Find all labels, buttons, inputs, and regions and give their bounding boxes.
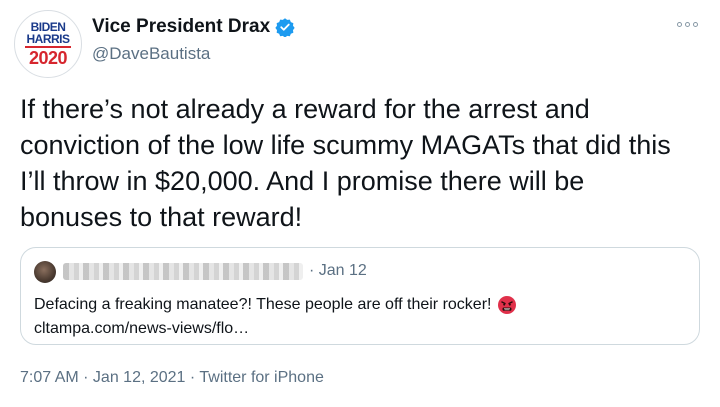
author-handle[interactable]: @DaveBautista bbox=[92, 44, 210, 64]
tweet-timestamp[interactable]: 7:07 AM · Jan 12, 2021 · Twitter for iPh… bbox=[20, 369, 324, 387]
author-display-name[interactable]: Vice President Drax bbox=[92, 16, 270, 38]
quoted-tweet-card[interactable]: · Jan 12 Defacing a freaking manatee?! T… bbox=[20, 247, 700, 345]
quoted-author-name-redacted bbox=[63, 263, 303, 280]
quoted-author-avatar[interactable] bbox=[34, 261, 56, 283]
author-name-row: Vice President Drax bbox=[92, 16, 295, 38]
more-options-icon[interactable] bbox=[677, 22, 698, 27]
angry-emoji-icon bbox=[497, 295, 517, 315]
quoted-tweet-text: Defacing a freaking manatee?! These peop… bbox=[34, 296, 492, 313]
author-avatar[interactable]: BIDEN HARRIS 2020 bbox=[14, 10, 82, 78]
verified-badge-icon bbox=[275, 17, 295, 37]
more-dot bbox=[693, 22, 698, 27]
more-dot bbox=[677, 22, 682, 27]
avatar-text-line2: HARRIS bbox=[26, 32, 70, 46]
quoted-tweet-link[interactable]: cltampa.com/news-views/flo… bbox=[34, 320, 249, 338]
quoted-tweet-text-row: Defacing a freaking manatee?! These peop… bbox=[34, 295, 517, 315]
tweet-text: If there’s not already a reward for the … bbox=[20, 94, 671, 232]
quoted-tweet-date[interactable]: · Jan 12 bbox=[309, 262, 367, 280]
avatar-text-line3: 2020 bbox=[28, 48, 68, 68]
more-dot bbox=[685, 22, 690, 27]
